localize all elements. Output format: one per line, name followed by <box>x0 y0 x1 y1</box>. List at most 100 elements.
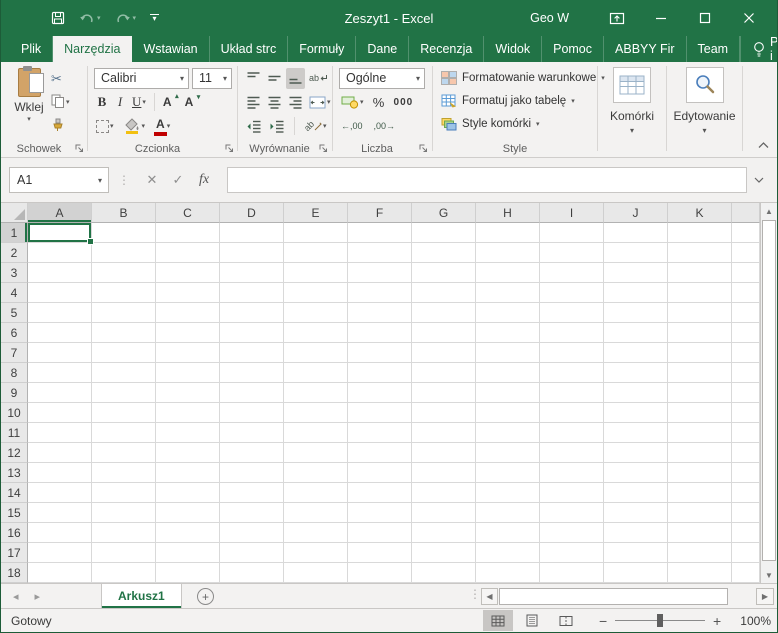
cell-d16[interactable] <box>220 523 284 543</box>
decrease-indent-button[interactable] <box>244 116 264 137</box>
cell-b17[interactable] <box>92 543 156 563</box>
customize-quick-access-button[interactable]: ▾ <box>150 14 160 23</box>
cell-a13[interactable] <box>28 463 92 483</box>
cell-partial-11[interactable] <box>732 423 760 443</box>
cell-e5[interactable] <box>284 303 348 323</box>
zoom-in-button[interactable]: + <box>713 609 721 632</box>
cell-k5[interactable] <box>668 303 732 323</box>
format-painter-button[interactable] <box>49 114 83 135</box>
cell-k2[interactable] <box>668 243 732 263</box>
increase-font-button[interactable]: A <box>161 92 181 113</box>
cell-f11[interactable] <box>348 423 412 443</box>
cell-f18[interactable] <box>348 563 412 583</box>
cell-g3[interactable] <box>412 263 476 283</box>
cell-k3[interactable] <box>668 263 732 283</box>
accounting-format-button[interactable]: ▾ <box>339 92 366 113</box>
page-break-preview-button[interactable] <box>551 610 581 631</box>
font-family-combo[interactable]: Calibri ▾ <box>94 67 189 89</box>
cell-i10[interactable] <box>540 403 604 423</box>
cell-i17[interactable] <box>540 543 604 563</box>
cell-b6[interactable] <box>92 323 156 343</box>
cell-d14[interactable] <box>220 483 284 503</box>
orientation-button[interactable]: ab ▾ <box>302 116 329 137</box>
align-top-button[interactable] <box>244 68 263 89</box>
cell-h12[interactable] <box>476 443 540 463</box>
tab-abbyy[interactable]: ABBYY Fir <box>604 36 687 62</box>
cell-i2[interactable] <box>540 243 604 263</box>
cell-a12[interactable] <box>28 443 92 463</box>
cell-g9[interactable] <box>412 383 476 403</box>
cell-b16[interactable] <box>92 523 156 543</box>
cell-b13[interactable] <box>92 463 156 483</box>
cell-d18[interactable] <box>220 563 284 583</box>
alignment-dialog-launcher[interactable] <box>318 143 329 154</box>
cell-partial-2[interactable] <box>732 243 760 263</box>
cell-a16[interactable] <box>28 523 92 543</box>
save-button[interactable] <box>51 11 65 25</box>
tab-team[interactable]: Team <box>687 36 741 62</box>
cell-c8[interactable] <box>156 363 220 383</box>
cell-e10[interactable] <box>284 403 348 423</box>
cell-j3[interactable] <box>604 263 668 283</box>
cell-g15[interactable] <box>412 503 476 523</box>
cell-e4[interactable] <box>284 283 348 303</box>
conditional-formatting-button[interactable]: Formatowanie warunkowe ▾ <box>441 67 605 88</box>
cell-b1[interactable] <box>92 223 156 243</box>
collapse-ribbon-button[interactable] <box>758 138 769 152</box>
cell-b11[interactable] <box>92 423 156 443</box>
cell-h9[interactable] <box>476 383 540 403</box>
name-box[interactable]: A1 ▾ <box>9 167 109 193</box>
cell-k7[interactable] <box>668 343 732 363</box>
cell-c5[interactable] <box>156 303 220 323</box>
row-header-15[interactable]: 15 <box>1 503 28 523</box>
row-header-11[interactable]: 11 <box>1 423 28 443</box>
tab-wstawianie[interactable]: Wstawian <box>132 36 210 62</box>
number-format-combo[interactable]: Ogólne ▾ <box>339 67 425 89</box>
cell-h3[interactable] <box>476 263 540 283</box>
tab-pomoc[interactable]: Pomoc <box>542 36 605 62</box>
cell-i11[interactable] <box>540 423 604 443</box>
font-dialog-launcher[interactable] <box>224 143 235 154</box>
cell-partial-3[interactable] <box>732 263 760 283</box>
cell-h4[interactable] <box>476 283 540 303</box>
cell-j2[interactable] <box>604 243 668 263</box>
cell-g7[interactable] <box>412 343 476 363</box>
cell-b10[interactable] <box>92 403 156 423</box>
row-header-16[interactable]: 16 <box>1 523 28 543</box>
cell-j7[interactable] <box>604 343 668 363</box>
cell-a4[interactable] <box>28 283 92 303</box>
cell-j9[interactable] <box>604 383 668 403</box>
cell-j4[interactable] <box>604 283 668 303</box>
cell-partial-7[interactable] <box>732 343 760 363</box>
row-header-3[interactable]: 3 <box>1 263 28 283</box>
cell-a18[interactable] <box>28 563 92 583</box>
cell-f14[interactable] <box>348 483 412 503</box>
undo-button[interactable]: ▾ <box>79 12 101 25</box>
cell-h15[interactable] <box>476 503 540 523</box>
cell-a8[interactable] <box>28 363 92 383</box>
number-dialog-launcher[interactable] <box>418 143 429 154</box>
row-header-12[interactable]: 12 <box>1 443 28 463</box>
cell-k18[interactable] <box>668 563 732 583</box>
select-all-corner[interactable] <box>1 203 28 223</box>
cell-g4[interactable] <box>412 283 476 303</box>
vertical-scrollbar-thumb[interactable] <box>762 220 776 561</box>
scroll-up-arrow-icon[interactable]: ▲ <box>761 203 777 219</box>
insert-function-button[interactable]: fx <box>191 167 217 193</box>
wrap-text-button[interactable]: ab <box>307 68 330 89</box>
cell-partial-9[interactable] <box>732 383 760 403</box>
tab-narzedzia[interactable]: Narzędzia <box>53 36 133 62</box>
column-header-i[interactable]: I <box>540 203 604 223</box>
zoom-slider-thumb[interactable] <box>657 614 663 627</box>
vertical-scrollbar[interactable]: ▲ ▼ <box>760 203 777 583</box>
cell-a15[interactable] <box>28 503 92 523</box>
cell-a5[interactable] <box>28 303 92 323</box>
cell-k8[interactable] <box>668 363 732 383</box>
cell-c6[interactable] <box>156 323 220 343</box>
cell-j11[interactable] <box>604 423 668 443</box>
comma-style-button[interactable]: 000 <box>392 92 416 113</box>
row-header-13[interactable]: 13 <box>1 463 28 483</box>
cell-g14[interactable] <box>412 483 476 503</box>
next-sheet-arrow-icon[interactable]: ▸ <box>35 590 41 603</box>
cell-a11[interactable] <box>28 423 92 443</box>
